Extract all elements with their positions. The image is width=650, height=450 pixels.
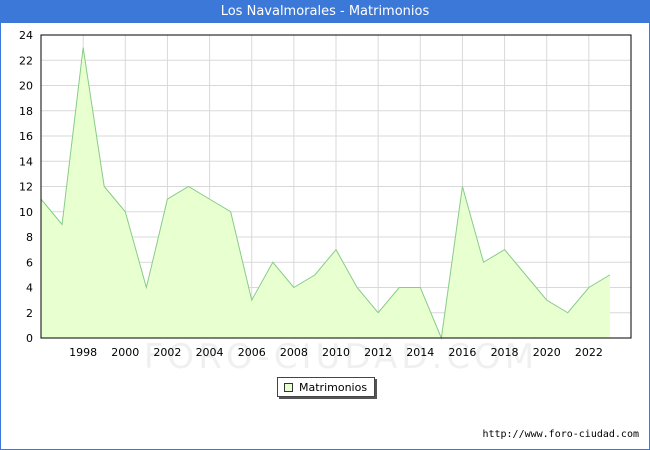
- x-tick-label: 2020: [533, 346, 561, 359]
- legend-label: Matrimonios: [299, 380, 368, 394]
- y-tick-label: 20: [19, 80, 33, 93]
- x-tick-label: 2000: [111, 346, 139, 359]
- legend-swatch: [284, 382, 293, 392]
- y-tick-label: 0: [26, 332, 33, 345]
- x-tick-label: 2010: [322, 346, 350, 359]
- x-tick-label: 1998: [69, 346, 97, 359]
- y-tick-label: 12: [19, 181, 33, 194]
- x-tick-label: 2002: [153, 346, 181, 359]
- footer-url: http://www.foro-ciudad.com: [482, 429, 639, 440]
- y-tick-label: 14: [19, 155, 33, 168]
- y-tick-label: 18: [19, 105, 33, 118]
- y-tick-label: 10: [19, 206, 33, 219]
- x-tick-label: 2022: [575, 346, 603, 359]
- y-tick-label: 24: [19, 29, 33, 42]
- x-tick-label: 2006: [238, 346, 266, 359]
- y-tick-label: 22: [19, 54, 33, 67]
- x-tick-label: 2016: [448, 346, 476, 359]
- x-tick-label: 2018: [491, 346, 519, 359]
- x-tick-label: 2008: [280, 346, 308, 359]
- y-tick-label: 4: [26, 282, 33, 295]
- y-tick-label: 16: [19, 130, 33, 143]
- x-tick-label: 2012: [364, 346, 392, 359]
- y-tick-label: 2: [26, 307, 33, 320]
- chart-window: Los Navalmorales - Matrimonios FORO-CIUD…: [0, 0, 650, 450]
- legend: Matrimonios: [277, 377, 375, 397]
- x-tick-label: 2004: [196, 346, 224, 359]
- y-tick-label: 8: [26, 231, 33, 244]
- y-tick-label: 6: [26, 256, 33, 269]
- x-tick-label: 2014: [406, 346, 434, 359]
